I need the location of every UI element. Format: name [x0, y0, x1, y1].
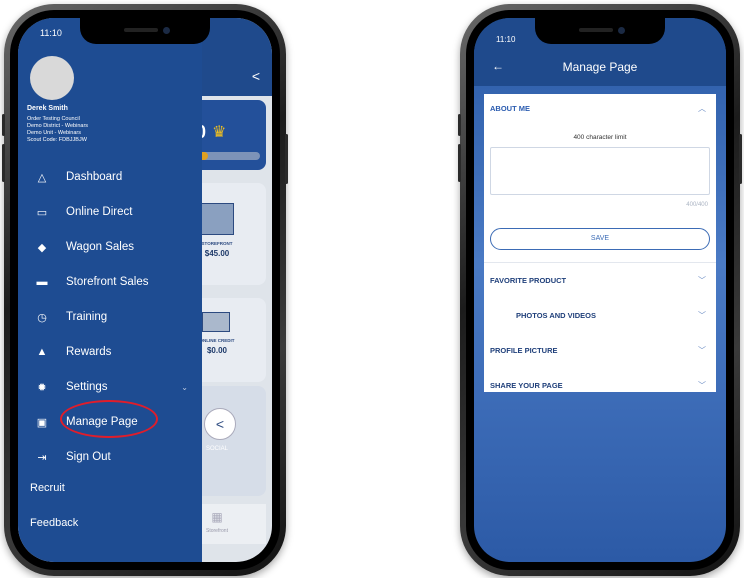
wagon-icon: ◆ — [37, 241, 47, 254]
photos-videos-title[interactable]: PHOTOS AND VIDEOS — [516, 311, 596, 320]
user-info-line: Demo Unit - Webinars — [27, 130, 81, 136]
side-drawer: 11:10 Derek Smith Order Testing Council … — [18, 18, 202, 562]
user-name: Derek Smith — [27, 105, 68, 112]
status-time: 11:10 — [496, 35, 516, 44]
power-button — [739, 134, 742, 184]
crown-icon: ♛ — [212, 124, 227, 141]
phone-left: < 100 ♛ STOREFRONT $45.00 ONLINE CREDIT … — [2, 4, 288, 576]
share-page-title[interactable]: SHARE YOUR PAGE — [490, 381, 563, 390]
status-time: 11:10 — [40, 28, 62, 38]
phone-right: 11:10 ← Manage Page ABOUT ME ︿ 400 chara… — [458, 4, 742, 576]
menu-item-storefront-sales[interactable]: ▬ Storefront Sales — [18, 267, 202, 297]
gear-icon: ✹ — [37, 381, 47, 394]
manage-page-icon: ▣ — [36, 416, 48, 429]
sign-out-icon: ⇥ — [37, 451, 47, 464]
menu-item-training[interactable]: ◷ Training — [18, 302, 202, 332]
menu-item-settings[interactable]: ✹ Settings ⌄ — [18, 372, 202, 402]
notch — [80, 18, 210, 44]
stopwatch-icon: ◷ — [37, 311, 47, 324]
user-info-line: Scout Code: FDBJJBJW — [27, 137, 87, 143]
character-counter: 400/400 — [686, 202, 708, 208]
notch — [535, 18, 665, 44]
menu-item-rewards[interactable]: ▲ Rewards — [18, 337, 202, 367]
menu-item-online-direct[interactable]: ▭ Online Direct — [18, 197, 202, 227]
menu-item-label: Rewards — [66, 346, 112, 358]
social-share-icon[interactable]: < — [204, 408, 236, 440]
chevron-up-icon[interactable]: ︿ — [698, 103, 706, 114]
feedback-link[interactable]: Feedback — [30, 517, 78, 529]
profile-picture-title[interactable]: PROFILE PICTURE — [490, 346, 558, 355]
about-me-textarea[interactable] — [490, 147, 710, 195]
volume-button — [458, 114, 461, 136]
screen-right: 11:10 ← Manage Page ABOUT ME ︿ 400 chara… — [474, 18, 726, 562]
menu-item-label: Wagon Sales — [66, 241, 134, 253]
card-icon — [202, 312, 230, 332]
save-button[interactable]: SAVE — [490, 228, 710, 250]
avatar[interactable] — [30, 56, 74, 100]
user-info-line: Demo District - Webinars — [27, 123, 89, 129]
chevron-down-icon[interactable]: ﹀ — [698, 275, 706, 286]
menu-item-label: Settings — [66, 381, 108, 393]
chevron-down-icon[interactable]: ﹀ — [698, 345, 706, 356]
power-button — [285, 134, 288, 184]
recruit-link[interactable]: Recruit — [30, 482, 65, 494]
user-info: Order Testing Council Demo District - We… — [27, 116, 177, 144]
menu-item-label: Sign Out — [66, 451, 111, 463]
highlight-circle — [60, 400, 158, 438]
volume-button — [2, 114, 5, 136]
accordion-panel: ABOUT ME ︿ 400 character limit 400/400 S… — [484, 94, 716, 392]
menu-item-label: Online Direct — [66, 206, 133, 218]
screen-left: < 100 ♛ STOREFRONT $45.00 ONLINE CREDIT … — [18, 18, 272, 562]
user-info-line: Order Testing Council — [27, 116, 80, 122]
chevron-down-icon[interactable]: ﹀ — [698, 310, 706, 321]
page-title: Manage Page — [562, 60, 638, 74]
shop-icon — [198, 203, 234, 235]
chevron-down-icon[interactable]: ﹀ — [698, 380, 706, 391]
character-limit-text: 400 character limit — [573, 134, 627, 141]
menu-item-wagon-sales[interactable]: ◆ Wagon Sales — [18, 232, 202, 262]
about-me-title[interactable]: ABOUT ME — [490, 104, 530, 113]
triangle-icon: △ — [37, 171, 47, 184]
menu-item-label: Storefront Sales — [66, 276, 149, 288]
volume-button — [458, 144, 461, 182]
menu-item-sign-out[interactable]: ⇥ Sign Out — [18, 442, 202, 472]
favorite-product-title[interactable]: FAVORITE PRODUCT — [490, 276, 566, 285]
share-icon[interactable]: < — [252, 68, 260, 84]
menu-item-label: Training — [66, 311, 108, 323]
menu-item-dashboard[interactable]: △ Dashboard — [18, 162, 202, 192]
chevron-down-icon: ⌄ — [181, 382, 188, 392]
mountain-icon: ▲ — [36, 346, 48, 358]
storefront-icon: ▬ — [36, 276, 48, 288]
laptop-icon: ▭ — [36, 206, 48, 219]
menu-item-label: Dashboard — [66, 171, 123, 183]
volume-button — [2, 144, 5, 182]
divider — [484, 262, 716, 263]
